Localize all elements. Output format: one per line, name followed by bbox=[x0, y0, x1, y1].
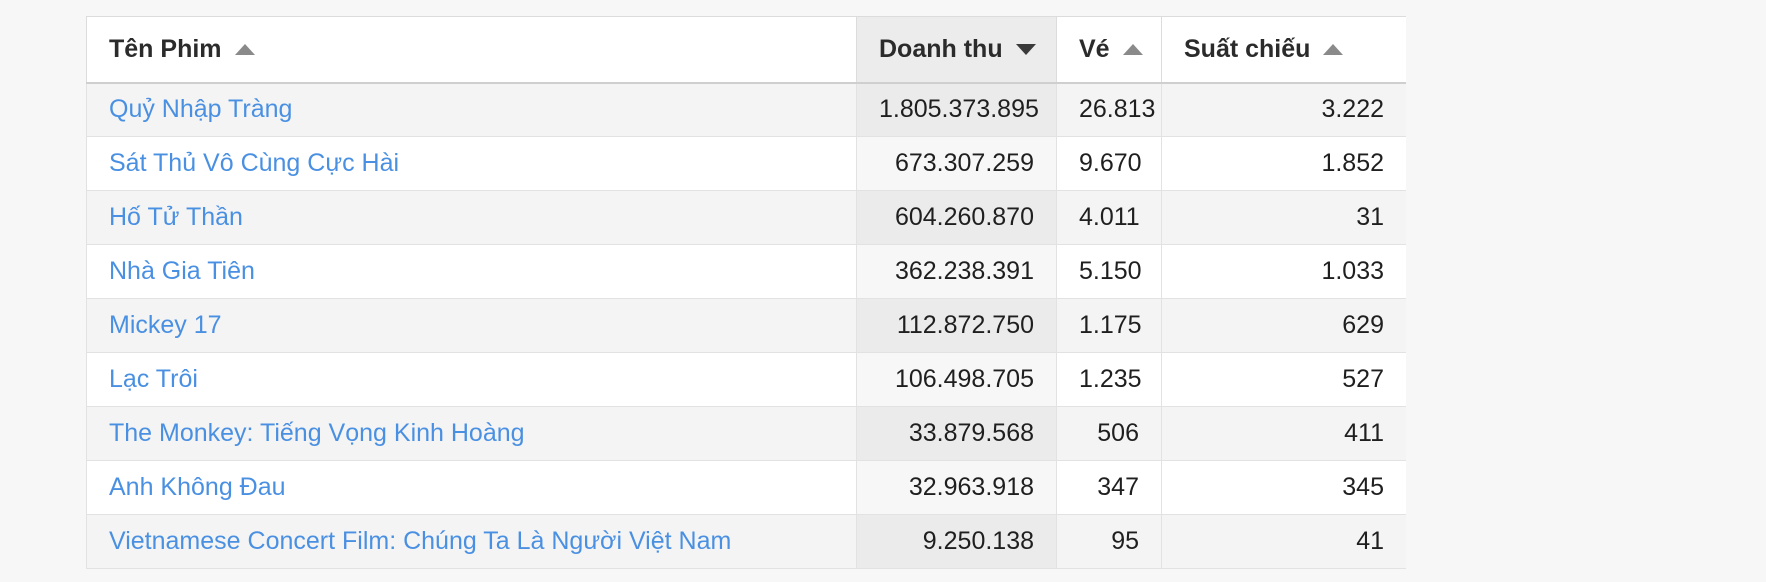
cell-movie-name: Nhà Gia Tiên bbox=[86, 244, 857, 299]
cell-movie-name: Mickey 17 bbox=[86, 298, 857, 353]
table-body: Quỷ Nhập Tràng 1.805.373.895 26.813 3.222 Sá… bbox=[86, 82, 1406, 569]
column-header-label: Vé bbox=[1079, 34, 1110, 63]
column-header-revenue[interactable]: Doanh thu bbox=[856, 16, 1057, 84]
table-row: Quỷ Nhập Tràng 1.805.373.895 26.813 3.222 bbox=[86, 82, 1406, 137]
triangle-up-icon[interactable] bbox=[1122, 43, 1143, 55]
cell-movie-name: Vietnamese Concert Film: Chúng Ta Là Ngư… bbox=[86, 514, 857, 569]
cell-showtimes: 41 bbox=[1161, 514, 1406, 569]
cell-showtimes: 629 bbox=[1161, 298, 1406, 353]
cell-movie-name: Sát Thủ Vô Cùng Cực Hài bbox=[86, 136, 857, 191]
cell-movie-name: Lạc Trôi bbox=[86, 352, 857, 407]
movie-revenue-table-container: Tên Phim Doanh thu Vé Suất chiếu Quỷ Nhậ… bbox=[86, 16, 1406, 569]
column-header-label: Doanh thu bbox=[879, 34, 1003, 63]
movie-title-link[interactable]: Lạc Trôi bbox=[109, 365, 198, 393]
cell-movie-name: Hố Tử Thần bbox=[86, 190, 857, 245]
page-root: Tên Phim Doanh thu Vé Suất chiếu Quỷ Nhậ… bbox=[0, 0, 1766, 582]
cell-showtimes: 1.852 bbox=[1161, 136, 1406, 191]
table-row: Lạc Trôi 106.498.705 1.235 527 bbox=[86, 352, 1406, 407]
movie-title-link[interactable]: Nhà Gia Tiên bbox=[109, 257, 255, 285]
movie-title-link[interactable]: Vietnamese Concert Film: Chúng Ta Là Ngư… bbox=[109, 527, 731, 555]
table-row: Mickey 17 112.872.750 1.175 629 bbox=[86, 298, 1406, 353]
cell-tickets: 5.150 bbox=[1056, 244, 1162, 299]
triangle-down-icon[interactable] bbox=[1015, 43, 1036, 55]
cell-movie-name: Quỷ Nhập Tràng bbox=[86, 82, 857, 137]
cell-movie-name: The Monkey: Tiếng Vọng Kinh Hoàng bbox=[86, 406, 857, 461]
cell-revenue: 32.963.918 bbox=[856, 460, 1057, 515]
movie-title-link[interactable]: Sát Thủ Vô Cùng Cực Hài bbox=[109, 149, 399, 177]
cell-tickets: 506 bbox=[1056, 406, 1162, 461]
table-row: Hố Tử Thần 604.260.870 4.011 31 bbox=[86, 190, 1406, 245]
cell-showtimes: 345 bbox=[1161, 460, 1406, 515]
cell-revenue: 9.250.138 bbox=[856, 514, 1057, 569]
cell-revenue: 112.872.750 bbox=[856, 298, 1057, 353]
cell-tickets: 347 bbox=[1056, 460, 1162, 515]
table-row: Anh Không Đau 32.963.918 347 345 bbox=[86, 460, 1406, 515]
cell-revenue: 33.879.568 bbox=[856, 406, 1057, 461]
column-header-tickets[interactable]: Vé bbox=[1056, 16, 1162, 84]
cell-revenue: 673.307.259 bbox=[856, 136, 1057, 191]
triangle-up-icon[interactable] bbox=[1323, 43, 1344, 55]
movie-title-link[interactable]: Hố Tử Thần bbox=[109, 203, 243, 231]
cell-showtimes: 1.033 bbox=[1161, 244, 1406, 299]
movie-title-link[interactable]: Mickey 17 bbox=[109, 311, 222, 339]
table-row: Sát Thủ Vô Cùng Cực Hài 673.307.259 9.670 1… bbox=[86, 136, 1406, 191]
triangle-up-icon[interactable] bbox=[234, 43, 255, 55]
table-header: Tên Phim Doanh thu Vé Suất chiếu bbox=[86, 16, 1406, 84]
cell-showtimes: 3.222 bbox=[1161, 82, 1406, 137]
cell-tickets: 9.670 bbox=[1056, 136, 1162, 191]
table-header-row: Tên Phim Doanh thu Vé Suất chiếu bbox=[86, 16, 1406, 84]
table-row: The Monkey: Tiếng Vọng Kinh Hoàng 33.879.… bbox=[86, 406, 1406, 461]
cell-revenue: 362.238.391 bbox=[856, 244, 1057, 299]
cell-showtimes: 411 bbox=[1161, 406, 1406, 461]
movie-title-link[interactable]: Anh Không Đau bbox=[109, 473, 286, 501]
movie-title-link[interactable]: The Monkey: Tiếng Vọng Kinh Hoàng bbox=[109, 419, 525, 447]
column-header-label: Suất chiếu bbox=[1184, 34, 1311, 63]
cell-tickets: 1.235 bbox=[1056, 352, 1162, 407]
cell-tickets: 4.011 bbox=[1056, 190, 1162, 245]
cell-revenue: 106.498.705 bbox=[856, 352, 1057, 407]
cell-movie-name: Anh Không Đau bbox=[86, 460, 857, 515]
table-row: Nhà Gia Tiên 362.238.391 5.150 1.033 bbox=[86, 244, 1406, 299]
column-header-movie-name[interactable]: Tên Phim bbox=[86, 16, 857, 84]
cell-revenue: 1.805.373.895 bbox=[856, 82, 1057, 137]
cell-showtimes: 31 bbox=[1161, 190, 1406, 245]
column-header-label: Tên Phim bbox=[109, 34, 222, 63]
cell-revenue: 604.260.870 bbox=[856, 190, 1057, 245]
movie-title-link[interactable]: Quỷ Nhập Tràng bbox=[109, 95, 292, 123]
cell-tickets: 26.813 bbox=[1056, 82, 1162, 137]
cell-tickets: 95 bbox=[1056, 514, 1162, 569]
cell-showtimes: 527 bbox=[1161, 352, 1406, 407]
movie-revenue-table: Tên Phim Doanh thu Vé Suất chiếu Quỷ Nhậ… bbox=[86, 16, 1406, 569]
cell-tickets: 1.175 bbox=[1056, 298, 1162, 353]
table-row: Vietnamese Concert Film: Chúng Ta Là Ngư… bbox=[86, 514, 1406, 569]
column-header-showtimes[interactable]: Suất chiếu bbox=[1161, 16, 1406, 84]
